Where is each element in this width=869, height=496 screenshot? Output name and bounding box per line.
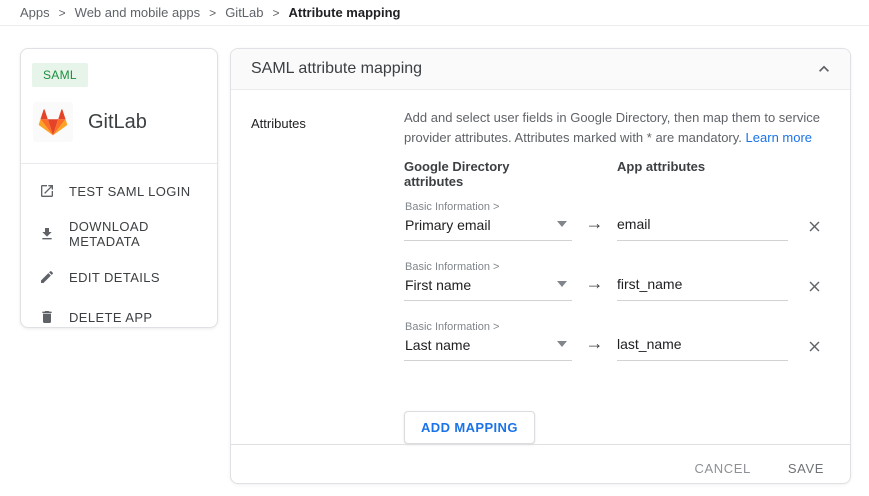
- download-icon: [39, 226, 55, 242]
- add-mapping-button[interactable]: ADD MAPPING: [404, 411, 535, 444]
- collapse-panel-button[interactable]: [812, 57, 836, 81]
- breadcrumb-current-page: Attribute mapping: [289, 5, 401, 20]
- google-attribute-dropdown[interactable]: Basic Information > First name: [404, 261, 572, 301]
- app-identity: GitLab: [33, 102, 217, 142]
- google-directory-attributes-header: Google Directory attributes: [404, 159, 572, 189]
- menu-item-label: EDIT DETAILS: [69, 270, 160, 285]
- google-attribute-dropdown[interactable]: Basic Information > Primary email: [404, 201, 572, 241]
- breadcrumb-separator: >: [209, 6, 216, 20]
- arrow-right-icon: →: [572, 333, 617, 361]
- close-icon: [806, 338, 823, 355]
- gitlab-logo-icon: [33, 102, 73, 142]
- arrow-right-icon: →: [572, 213, 617, 241]
- app-attribute-input[interactable]: [617, 215, 788, 233]
- column-headers: Google Directory attributes App attribut…: [404, 159, 832, 189]
- delete-app-button[interactable]: DELETE APP: [21, 299, 217, 335]
- app-attribute-field-wrap: [617, 275, 788, 301]
- breadcrumb-gitlab[interactable]: GitLab: [225, 5, 263, 20]
- menu-item-label: TEST SAML LOGIN: [69, 184, 191, 199]
- app-attribute-field-wrap: [617, 215, 788, 241]
- dropdown-value: Primary email: [405, 216, 554, 234]
- app-card-menu: TEST SAML LOGIN DOWNLOAD METADATA EDIT D…: [21, 164, 217, 335]
- save-button[interactable]: SAVE: [788, 461, 824, 476]
- triangle-down-icon: [557, 221, 567, 227]
- dropdown-value: Last name: [405, 336, 554, 354]
- edit-details-button[interactable]: EDIT DETAILS: [21, 259, 217, 295]
- breadcrumb-separator: >: [273, 6, 280, 20]
- dropdown-category: Basic Information >: [405, 321, 554, 334]
- breadcrumb-apps[interactable]: Apps: [20, 5, 50, 20]
- mapping-rows: Basic Information > Primary email → Basi…: [404, 201, 832, 361]
- breadcrumb-separator: >: [59, 6, 66, 20]
- panel-header: SAML attribute mapping: [231, 49, 850, 90]
- learn-more-link[interactable]: Learn more: [746, 130, 812, 145]
- test-saml-login-button[interactable]: TEST SAML LOGIN: [21, 173, 217, 209]
- arrow-right-icon: →: [572, 273, 617, 301]
- close-icon: [806, 278, 823, 295]
- download-metadata-button[interactable]: DOWNLOAD METADATA: [21, 209, 217, 259]
- attributes-section-content: Add and select user fields in Google Dir…: [404, 108, 832, 444]
- panel-title: SAML attribute mapping: [251, 60, 422, 78]
- trash-icon: [39, 309, 55, 325]
- breadcrumb: Apps > Web and mobile apps > GitLab > At…: [0, 0, 869, 26]
- app-attribute-field-wrap: [617, 335, 788, 361]
- dropdown-value: First name: [405, 276, 554, 294]
- pencil-icon: [39, 269, 55, 285]
- panel-body: Attributes Add and select user fields in…: [231, 90, 850, 444]
- attributes-description: Add and select user fields in Google Dir…: [404, 108, 832, 148]
- dropdown-category: Basic Information >: [405, 261, 554, 274]
- remove-mapping-button[interactable]: [806, 218, 832, 241]
- triangle-down-icon: [557, 281, 567, 287]
- app-attribute-input[interactable]: [617, 275, 788, 293]
- remove-mapping-button[interactable]: [806, 278, 832, 301]
- menu-item-label: DOWNLOAD METADATA: [69, 219, 217, 249]
- chevron-up-icon: [814, 59, 834, 79]
- app-name: GitLab: [88, 111, 147, 134]
- app-summary-card: SAML GitLab TEST SAML LOGIN DOWNLOAD MET…: [20, 48, 218, 328]
- open-in-new-icon: [39, 183, 55, 199]
- google-attribute-dropdown[interactable]: Basic Information > Last name: [404, 321, 572, 361]
- panel-footer: CANCEL SAVE: [231, 444, 850, 484]
- dropdown-category: Basic Information >: [405, 201, 554, 214]
- close-icon: [806, 218, 823, 235]
- breadcrumb-web-and-mobile-apps[interactable]: Web and mobile apps: [75, 5, 201, 20]
- menu-item-label: DELETE APP: [69, 310, 152, 325]
- remove-mapping-button[interactable]: [806, 338, 832, 361]
- attributes-section-label: Attributes: [251, 108, 404, 444]
- triangle-down-icon: [557, 341, 567, 347]
- saml-badge: SAML: [32, 63, 88, 87]
- app-attribute-input[interactable]: [617, 335, 788, 353]
- saml-attribute-mapping-panel: SAML attribute mapping Attributes Add an…: [230, 48, 851, 484]
- app-attributes-header: App attributes: [617, 159, 788, 189]
- cancel-button[interactable]: CANCEL: [695, 461, 751, 476]
